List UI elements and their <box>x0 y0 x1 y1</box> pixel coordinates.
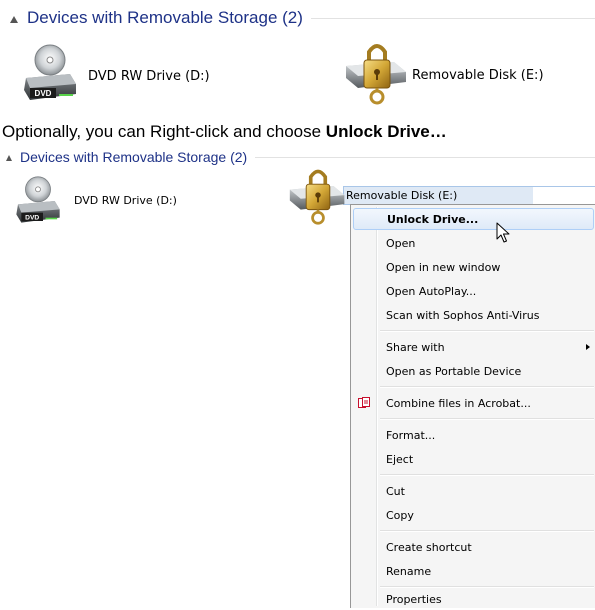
removable-disk-item[interactable]: Removable Disk (E:) <box>344 40 544 106</box>
drive-label: DVD RW Drive (D:) <box>74 193 177 207</box>
menu-item-label: Create shortcut <box>386 540 472 554</box>
menu-item-label: Open AutoPlay... <box>386 284 477 298</box>
group-title: Devices with Removable Storage (2) <box>27 8 303 27</box>
dvd-badge-text: DVD <box>35 89 52 98</box>
menu-item-combine-acrobat[interactable]: Combine files in Acrobat... <box>353 392 594 414</box>
menu-item-cut[interactable]: Cut <box>353 480 594 502</box>
drive-label: Removable Disk (E:) <box>346 189 458 202</box>
collapse-triangle-icon[interactable] <box>6 154 12 161</box>
menu-item-label: Open in new window <box>386 260 501 274</box>
locked-drive-icon <box>289 169 345 225</box>
dvd-drive-item[interactable]: DVD DVD RW Drive (D:) <box>22 44 210 104</box>
menu-separator <box>380 386 594 388</box>
menu-item-label: Share with <box>386 340 445 354</box>
locked-drive-icon <box>346 44 406 105</box>
dvd-drive-icon: DVD <box>16 176 60 223</box>
dvd-drive-icon: DVD <box>24 44 76 100</box>
menu-separator <box>380 330 594 332</box>
menu-separator <box>380 418 594 420</box>
selection-edge <box>533 187 595 204</box>
context-menu: Unlock Drive... Open Open in new window … <box>350 204 595 608</box>
menu-separator <box>380 586 594 588</box>
menu-item-open[interactable]: Open <box>353 232 594 254</box>
menu-item-label: Format... <box>386 428 436 442</box>
caption-bold-command: Unlock Drive… <box>325 122 447 141</box>
menu-item-label: Properties <box>386 592 442 606</box>
menu-item-label: Open as Portable Device <box>386 364 522 378</box>
menu-item-open-new-window[interactable]: Open in new window <box>353 256 594 278</box>
menu-item-open-portable-device[interactable]: Open as Portable Device <box>353 360 594 382</box>
menu-separator <box>380 474 594 476</box>
menu-item-scan-sophos[interactable]: Scan with Sophos Anti-Virus <box>353 304 594 326</box>
group-divider <box>255 156 595 158</box>
menu-item-rename[interactable]: Rename <box>353 560 594 582</box>
menu-item-label: Eject <box>386 452 414 466</box>
menu-item-copy[interactable]: Copy <box>353 504 594 526</box>
menu-item-open-autoplay[interactable]: Open AutoPlay... <box>353 280 594 302</box>
menu-item-label: Unlock Drive... <box>387 212 479 226</box>
dvd-drive-item[interactable]: DVD DVD RW Drive (D:) <box>14 176 177 226</box>
menu-item-label: Rename <box>386 564 432 578</box>
menu-item-label: Cut <box>386 484 405 498</box>
group-header-removable-storage[interactable]: Devices with Removable Storage (2) <box>6 148 595 166</box>
collapse-triangle-icon[interactable] <box>10 15 18 23</box>
drive-label: Removable Disk (E:) <box>412 67 544 83</box>
menu-item-unlock-drive[interactable]: Unlock Drive... <box>353 208 594 230</box>
drive-label: DVD RW Drive (D:) <box>88 68 210 84</box>
menu-item-label: Scan with Sophos Anti-Virus <box>386 308 540 322</box>
menu-item-create-shortcut[interactable]: Create shortcut <box>353 536 594 558</box>
acrobat-icon <box>358 397 370 408</box>
mouse-cursor-icon <box>496 222 510 243</box>
instruction-caption: Optionally, you can Right-click and choo… <box>2 122 447 142</box>
group-title: Devices with Removable Storage (2) <box>20 149 248 165</box>
menu-item-eject[interactable]: Eject <box>353 448 594 470</box>
dvd-badge-text: DVD <box>25 214 39 221</box>
menu-item-label: Open <box>386 236 416 250</box>
menu-item-share-with[interactable]: Share with <box>353 336 594 358</box>
submenu-arrow-icon <box>586 344 590 350</box>
group-divider <box>310 17 595 19</box>
menu-item-label: Copy <box>386 508 414 522</box>
group-header-removable-storage[interactable]: Devices with Removable Storage (2) <box>10 6 595 30</box>
menu-item-format[interactable]: Format... <box>353 424 594 446</box>
caption-text: Optionally, you can Right-click and choo… <box>2 122 326 141</box>
menu-item-label: Combine files in Acrobat... <box>386 396 531 410</box>
menu-item-properties[interactable]: Properties <box>353 588 594 610</box>
menu-separator <box>380 530 594 532</box>
removable-disk-item[interactable] <box>288 166 350 228</box>
